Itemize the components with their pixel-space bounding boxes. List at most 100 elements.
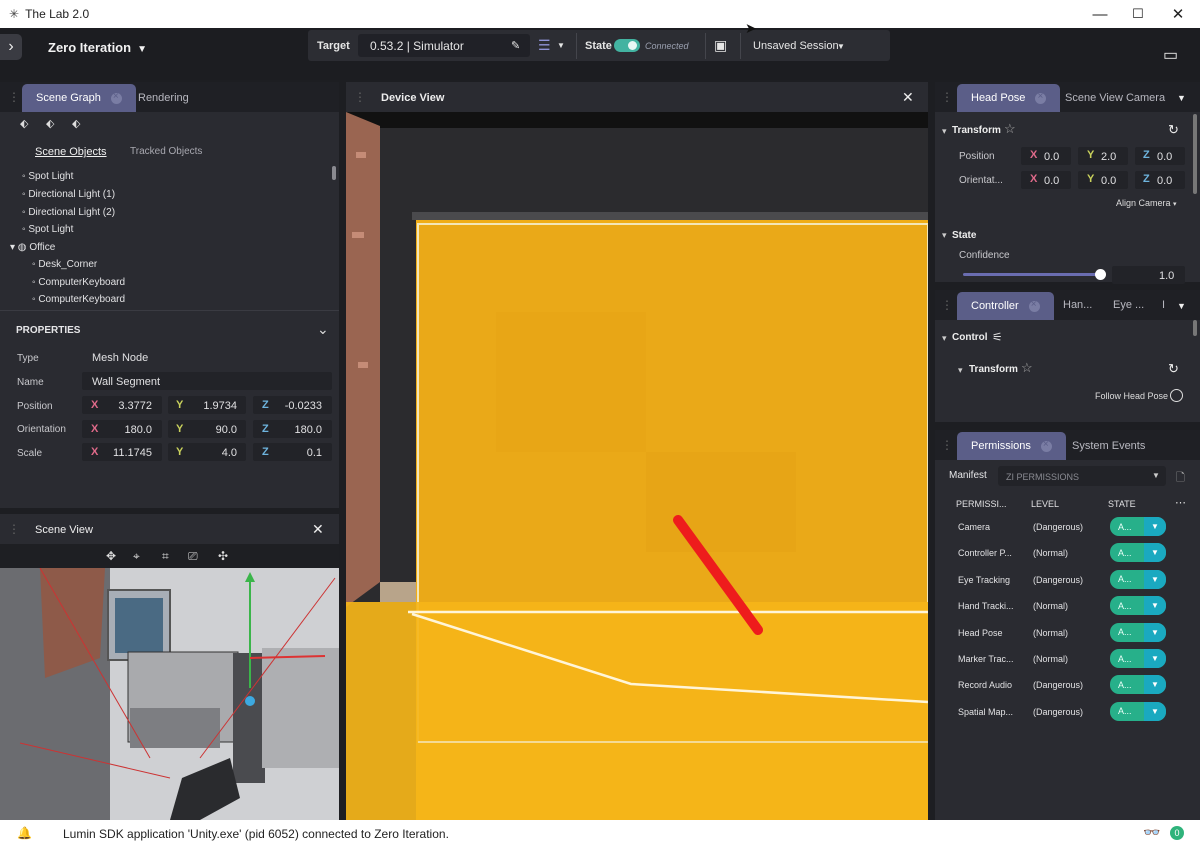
more-options-icon[interactable]: ⋯ (1175, 496, 1186, 509)
tree-scrollbar[interactable] (332, 166, 336, 180)
tab-close-icon[interactable] (110, 91, 122, 104)
scene-view-viewport[interactable] (0, 568, 339, 820)
drag-handle-icon[interactable]: ⋮ (8, 522, 20, 536)
state-column-header[interactable]: STATE (1108, 499, 1136, 509)
chevron-down-icon[interactable]: ▼ (1144, 543, 1166, 563)
drag-handle-icon[interactable]: ⋮ (941, 438, 953, 452)
tab-permissions[interactable]: Permissions (957, 432, 1066, 460)
tree-item[interactable]: ◦ Directional Light (2) (22, 207, 115, 218)
star-icon[interactable]: ☆ (1021, 360, 1033, 376)
tab-system-events[interactable]: System Events (1072, 440, 1145, 452)
collapse-icon[interactable]: ▾ (942, 333, 947, 344)
chevron-down-icon[interactable]: ▼ (1144, 569, 1166, 589)
tree-item[interactable]: ◦ ComputerKeyboard (32, 294, 125, 305)
star-icon[interactable]: ☆ (1004, 121, 1016, 137)
drag-handle-icon[interactable]: ⋮ (941, 90, 953, 104)
add-child-icon[interactable]: ⬖ (46, 117, 54, 130)
chevron-down-icon[interactable]: ▼ (1144, 517, 1166, 536)
tab-eye[interactable]: Eye ... (1113, 299, 1144, 311)
subtab-tracked-objects[interactable]: Tracked Objects (130, 146, 202, 157)
chevron-down-icon[interactable]: ▼ (1144, 596, 1166, 616)
tree-item[interactable]: ◦ Directional Light (1) (22, 189, 115, 200)
video-camera-icon[interactable]: ▣ (714, 37, 727, 54)
permission-state-button[interactable]: A... ▼ (1110, 701, 1166, 721)
layout-icon[interactable]: ▭ (1163, 45, 1178, 65)
maximize-button[interactable]: ☐ (1118, 0, 1158, 28)
permission-state-button[interactable]: A... ▼ (1110, 675, 1166, 695)
permission-level: (Dangerous) (1033, 680, 1084, 691)
permission-state-button[interactable]: A... ▼ (1110, 649, 1166, 668)
focus-tool-icon[interactable]: ⌖ (133, 549, 140, 564)
tabs-overflow-icon[interactable]: ▼ (1177, 93, 1186, 103)
reset-icon[interactable]: ↻ (1168, 361, 1179, 377)
document-icon[interactable]: 🗋 (1176, 469, 1185, 488)
tabs-overflow-icon[interactable]: ▼ (1177, 301, 1186, 311)
close-scene-view-icon[interactable]: ✕ (312, 521, 324, 538)
target-options-icon[interactable]: ☰ (538, 37, 551, 54)
app-name-dropdown[interactable]: Zero Iteration ▼ (48, 40, 147, 55)
chevron-down-icon[interactable]: ▼ (1144, 649, 1166, 668)
tab-close-icon[interactable] (1040, 439, 1052, 452)
device-view-viewport[interactable] (346, 112, 928, 820)
session-name[interactable]: Unsaved Session (753, 40, 839, 52)
minimize-button[interactable]: — (1080, 0, 1120, 28)
remove-object-icon[interactable]: ⬖ (72, 117, 80, 130)
tab-more[interactable]: I (1162, 299, 1165, 311)
close-window-button[interactable]: ✕ (1158, 0, 1198, 28)
move-tool-icon[interactable]: ✥ (106, 549, 116, 563)
drag-handle-icon[interactable]: ⋮ (8, 90, 20, 104)
position-x-value: 3.3772 (118, 400, 152, 412)
level-column-header[interactable]: LEVEL (1031, 499, 1059, 509)
collapse-chevron-icon[interactable]: ⌄ (317, 321, 329, 338)
head-pose-scrollbar[interactable] (1193, 114, 1197, 194)
permission-state-button[interactable]: A... ▼ (1110, 517, 1166, 536)
collapse-icon[interactable]: ▾ (958, 365, 963, 376)
controller-off-icon[interactable]: ⚟ (992, 330, 1003, 344)
permission-state-button[interactable]: A... ▼ (1110, 622, 1166, 642)
tab-close-icon[interactable] (1028, 299, 1040, 312)
permission-level: (Dangerous) (1033, 574, 1084, 585)
tab-rendering[interactable]: Rendering (138, 92, 189, 104)
tree-item[interactable]: ◦ ComputerKeyboard (32, 277, 125, 288)
drag-handle-icon[interactable]: ⋮ (354, 90, 366, 104)
collapse-icon[interactable]: ▾ (942, 126, 947, 137)
edit-pencil-icon[interactable]: ✎ (511, 39, 520, 52)
tab-scene-graph[interactable]: Scene Graph (22, 84, 136, 112)
state-toggle[interactable] (614, 39, 640, 52)
chevron-down-icon[interactable]: ▼ (1144, 675, 1166, 695)
permission-column-header[interactable]: PERMISSI... (956, 499, 1007, 509)
tree-item[interactable]: ◦ Desk_Corner (32, 259, 97, 270)
sidebar-toggle-button[interactable]: › (0, 34, 22, 60)
tab-close-icon[interactable] (1035, 91, 1047, 104)
confidence-slider[interactable] (963, 273, 1101, 276)
chevron-down-icon[interactable]: ▼ (1144, 701, 1166, 721)
controller-scrollbar[interactable] (1193, 320, 1197, 336)
tab-hand[interactable]: Han... (1063, 299, 1092, 311)
drag-handle-icon[interactable]: ⋮ (941, 298, 953, 312)
subtab-scene-objects[interactable]: Scene Objects (35, 146, 107, 158)
chevron-down-icon[interactable]: ▼ (1144, 622, 1166, 642)
tree-item[interactable]: ◦ Spot Light (22, 224, 73, 235)
camera-tool-icon[interactable]: ⎚ (188, 549, 198, 564)
permission-state-button[interactable]: A... ▼ (1110, 596, 1166, 616)
glasses-icon[interactable]: 👓 (1143, 824, 1160, 841)
tab-scene-view-camera[interactable]: Scene View Camera (1065, 92, 1165, 104)
tree-item-office[interactable]: ▾ ◍ Office (10, 242, 55, 253)
permission-state-button[interactable]: A... ▼ (1110, 569, 1166, 589)
transform-tool-icon[interactable]: ✣ (218, 549, 228, 563)
tab-controller[interactable]: Controller (957, 292, 1054, 320)
permission-state-button[interactable]: A... ▼ (1110, 543, 1166, 563)
crop-tool-icon[interactable]: ⌗ (162, 549, 169, 564)
session-chevron-icon[interactable]: ▼ (837, 42, 845, 51)
tab-head-pose[interactable]: Head Pose (957, 84, 1061, 112)
confidence-slider-thumb[interactable] (1095, 269, 1106, 280)
notification-bell-icon[interactable]: 🔔 (17, 826, 32, 840)
tree-item[interactable]: ◦ Spot Light (22, 171, 73, 182)
target-options-chevron-icon[interactable]: ▼ (557, 41, 565, 50)
reset-icon[interactable]: ↻ (1168, 122, 1179, 138)
collapse-icon[interactable]: ▾ (942, 230, 947, 241)
close-device-view-icon[interactable]: ✕ (902, 89, 914, 106)
add-object-icon[interactable]: ⬖ (20, 117, 28, 130)
follow-head-pose-toggle[interactable] (1170, 389, 1183, 402)
align-camera-dropdown[interactable]: Align Camera ▾ (1116, 198, 1177, 208)
